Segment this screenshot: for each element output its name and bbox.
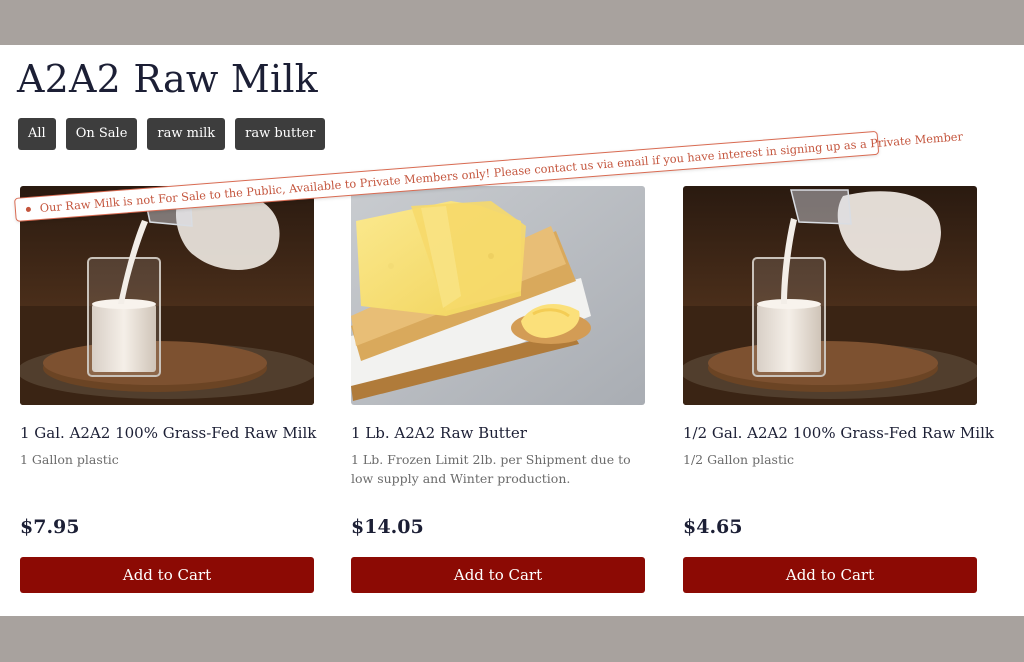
bullet-icon — [25, 206, 32, 212]
product-card: 1 Lb. A2A2 Raw Butter 1 Lb. Frozen Limit… — [351, 186, 645, 593]
add-to-cart-button[interactable]: Add to Cart — [683, 557, 977, 593]
product-image-milk[interactable] — [683, 186, 977, 405]
product-title[interactable]: 1/2 Gal. A2A2 100% Grass-Fed Raw Milk — [683, 424, 994, 442]
add-to-cart-button[interactable]: Add to Cart — [20, 557, 314, 593]
product-description: 1 Lb. Frozen Limit 2lb. per Shipment due… — [351, 452, 631, 486]
page-title: A2A2 Raw Milk — [17, 57, 318, 101]
butter-photo — [351, 186, 645, 405]
milk-pour-photo — [683, 186, 977, 405]
product-price: $7.95 — [20, 516, 80, 538]
filter-raw-butter-button[interactable]: raw butter — [235, 118, 326, 150]
category-filters: All On Sale raw milk raw butter — [18, 118, 326, 150]
filter-raw-milk-button[interactable]: raw milk — [147, 118, 226, 150]
product-card: 1 Gal. A2A2 100% Grass-Fed Raw Milk 1 Ga… — [20, 186, 316, 593]
filter-on-sale-button[interactable]: On Sale — [65, 118, 138, 150]
product-image-butter[interactable] — [351, 186, 645, 405]
product-description: 1/2 Gallon plastic — [683, 452, 794, 467]
product-image-milk[interactable] — [20, 186, 314, 405]
product-price: $14.05 — [351, 516, 424, 538]
product-card: 1/2 Gal. A2A2 100% Grass-Fed Raw Milk 1/… — [683, 186, 994, 593]
product-description: 1 Gallon plastic — [20, 452, 119, 467]
add-to-cart-button[interactable]: Add to Cart — [351, 557, 645, 593]
product-title[interactable]: 1 Lb. A2A2 Raw Butter — [351, 424, 527, 442]
product-price: $4.65 — [683, 516, 743, 538]
product-title[interactable]: 1 Gal. A2A2 100% Grass-Fed Raw Milk — [20, 424, 316, 442]
filter-all-button[interactable]: All — [18, 118, 56, 150]
milk-pour-photo — [20, 186, 314, 405]
